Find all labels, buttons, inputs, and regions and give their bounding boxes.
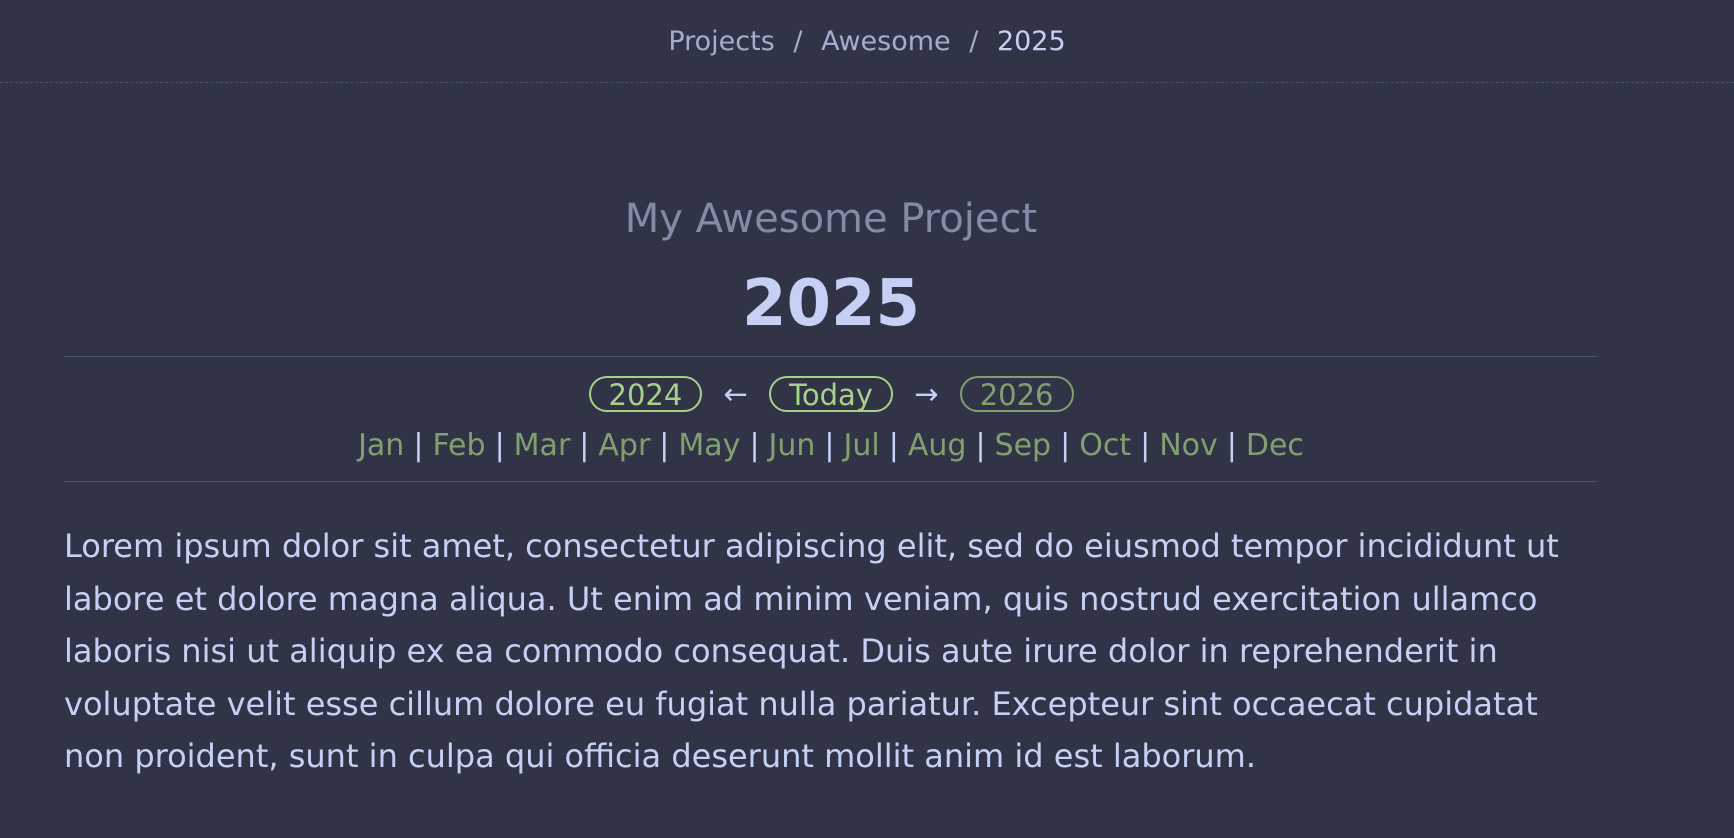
month-link-aug[interactable]: Aug: [908, 428, 967, 463]
breadcrumb-current: 2025: [996, 26, 1066, 57]
month-separator: |: [1226, 428, 1237, 463]
month-link-dec[interactable]: Dec: [1246, 428, 1304, 463]
breadcrumb-awesome-link[interactable]: Awesome: [821, 26, 951, 57]
divider: [64, 356, 1597, 357]
month-separator: |: [579, 428, 590, 463]
page-title: 2025: [741, 267, 921, 341]
month-link-feb[interactable]: Feb: [432, 428, 485, 463]
body-paragraph: Lorem ipsum dolor sit amet, consectetur …: [64, 520, 1664, 783]
divider: [64, 481, 1597, 482]
month-link-jan[interactable]: Jan: [358, 428, 404, 463]
month-link-jul[interactable]: Jul: [844, 428, 880, 463]
month-separator: |: [824, 428, 835, 463]
body-line: non proident, sunt in culpa qui officia …: [64, 737, 1256, 775]
breadcrumb-separator: /: [793, 26, 803, 57]
breadcrumb-projects-link[interactable]: Projects: [668, 26, 774, 57]
body-line: voluptate velit esse cillum dolore eu fu…: [64, 684, 1538, 723]
body-line: labore et dolore magna aliqua. Ut enim a…: [64, 579, 1538, 618]
breadcrumb-separator: /: [969, 26, 979, 57]
body-line: Lorem ipsum dolor sit amet, consectetur …: [64, 527, 1559, 565]
month-link-mar[interactable]: Mar: [514, 428, 571, 463]
month-link-sep[interactable]: Sep: [995, 428, 1052, 463]
month-link-nov[interactable]: Nov: [1159, 428, 1218, 463]
month-separator: |: [749, 428, 760, 463]
month-separator: |: [1060, 428, 1071, 463]
project-name: My Awesome Project: [624, 196, 1038, 242]
breadcrumb: Projects / Awesome / 2025: [0, 0, 1734, 83]
month-link-may[interactable]: May: [678, 428, 740, 463]
month-separator: |: [975, 428, 986, 463]
year-navigation: 2024 ← Today → 2026: [0, 373, 1662, 413]
previous-year-button[interactable]: 2024: [588, 376, 703, 412]
month-separator: |: [659, 428, 670, 463]
month-navigation: Jan | Feb | Mar | Apr | May | Jun | Jul | Aug | Sep | Oct |…: [0, 426, 1662, 466]
month-separator: |: [888, 428, 899, 463]
arrow-right-icon: →: [914, 377, 939, 411]
month-link-jun[interactable]: Jun: [769, 428, 816, 463]
month-link-apr[interactable]: Apr: [598, 428, 650, 463]
next-year-button[interactable]: 2026: [959, 376, 1074, 412]
today-button[interactable]: Today: [769, 376, 893, 412]
month-link-oct[interactable]: Oct: [1079, 428, 1131, 463]
month-separator: |: [413, 428, 424, 463]
month-separator: |: [494, 428, 505, 463]
arrow-left-icon: ←: [723, 377, 748, 411]
month-separator: |: [1140, 428, 1151, 463]
body-line: laboris nisi ut aliquip ex ea commodo co…: [64, 632, 1498, 670]
